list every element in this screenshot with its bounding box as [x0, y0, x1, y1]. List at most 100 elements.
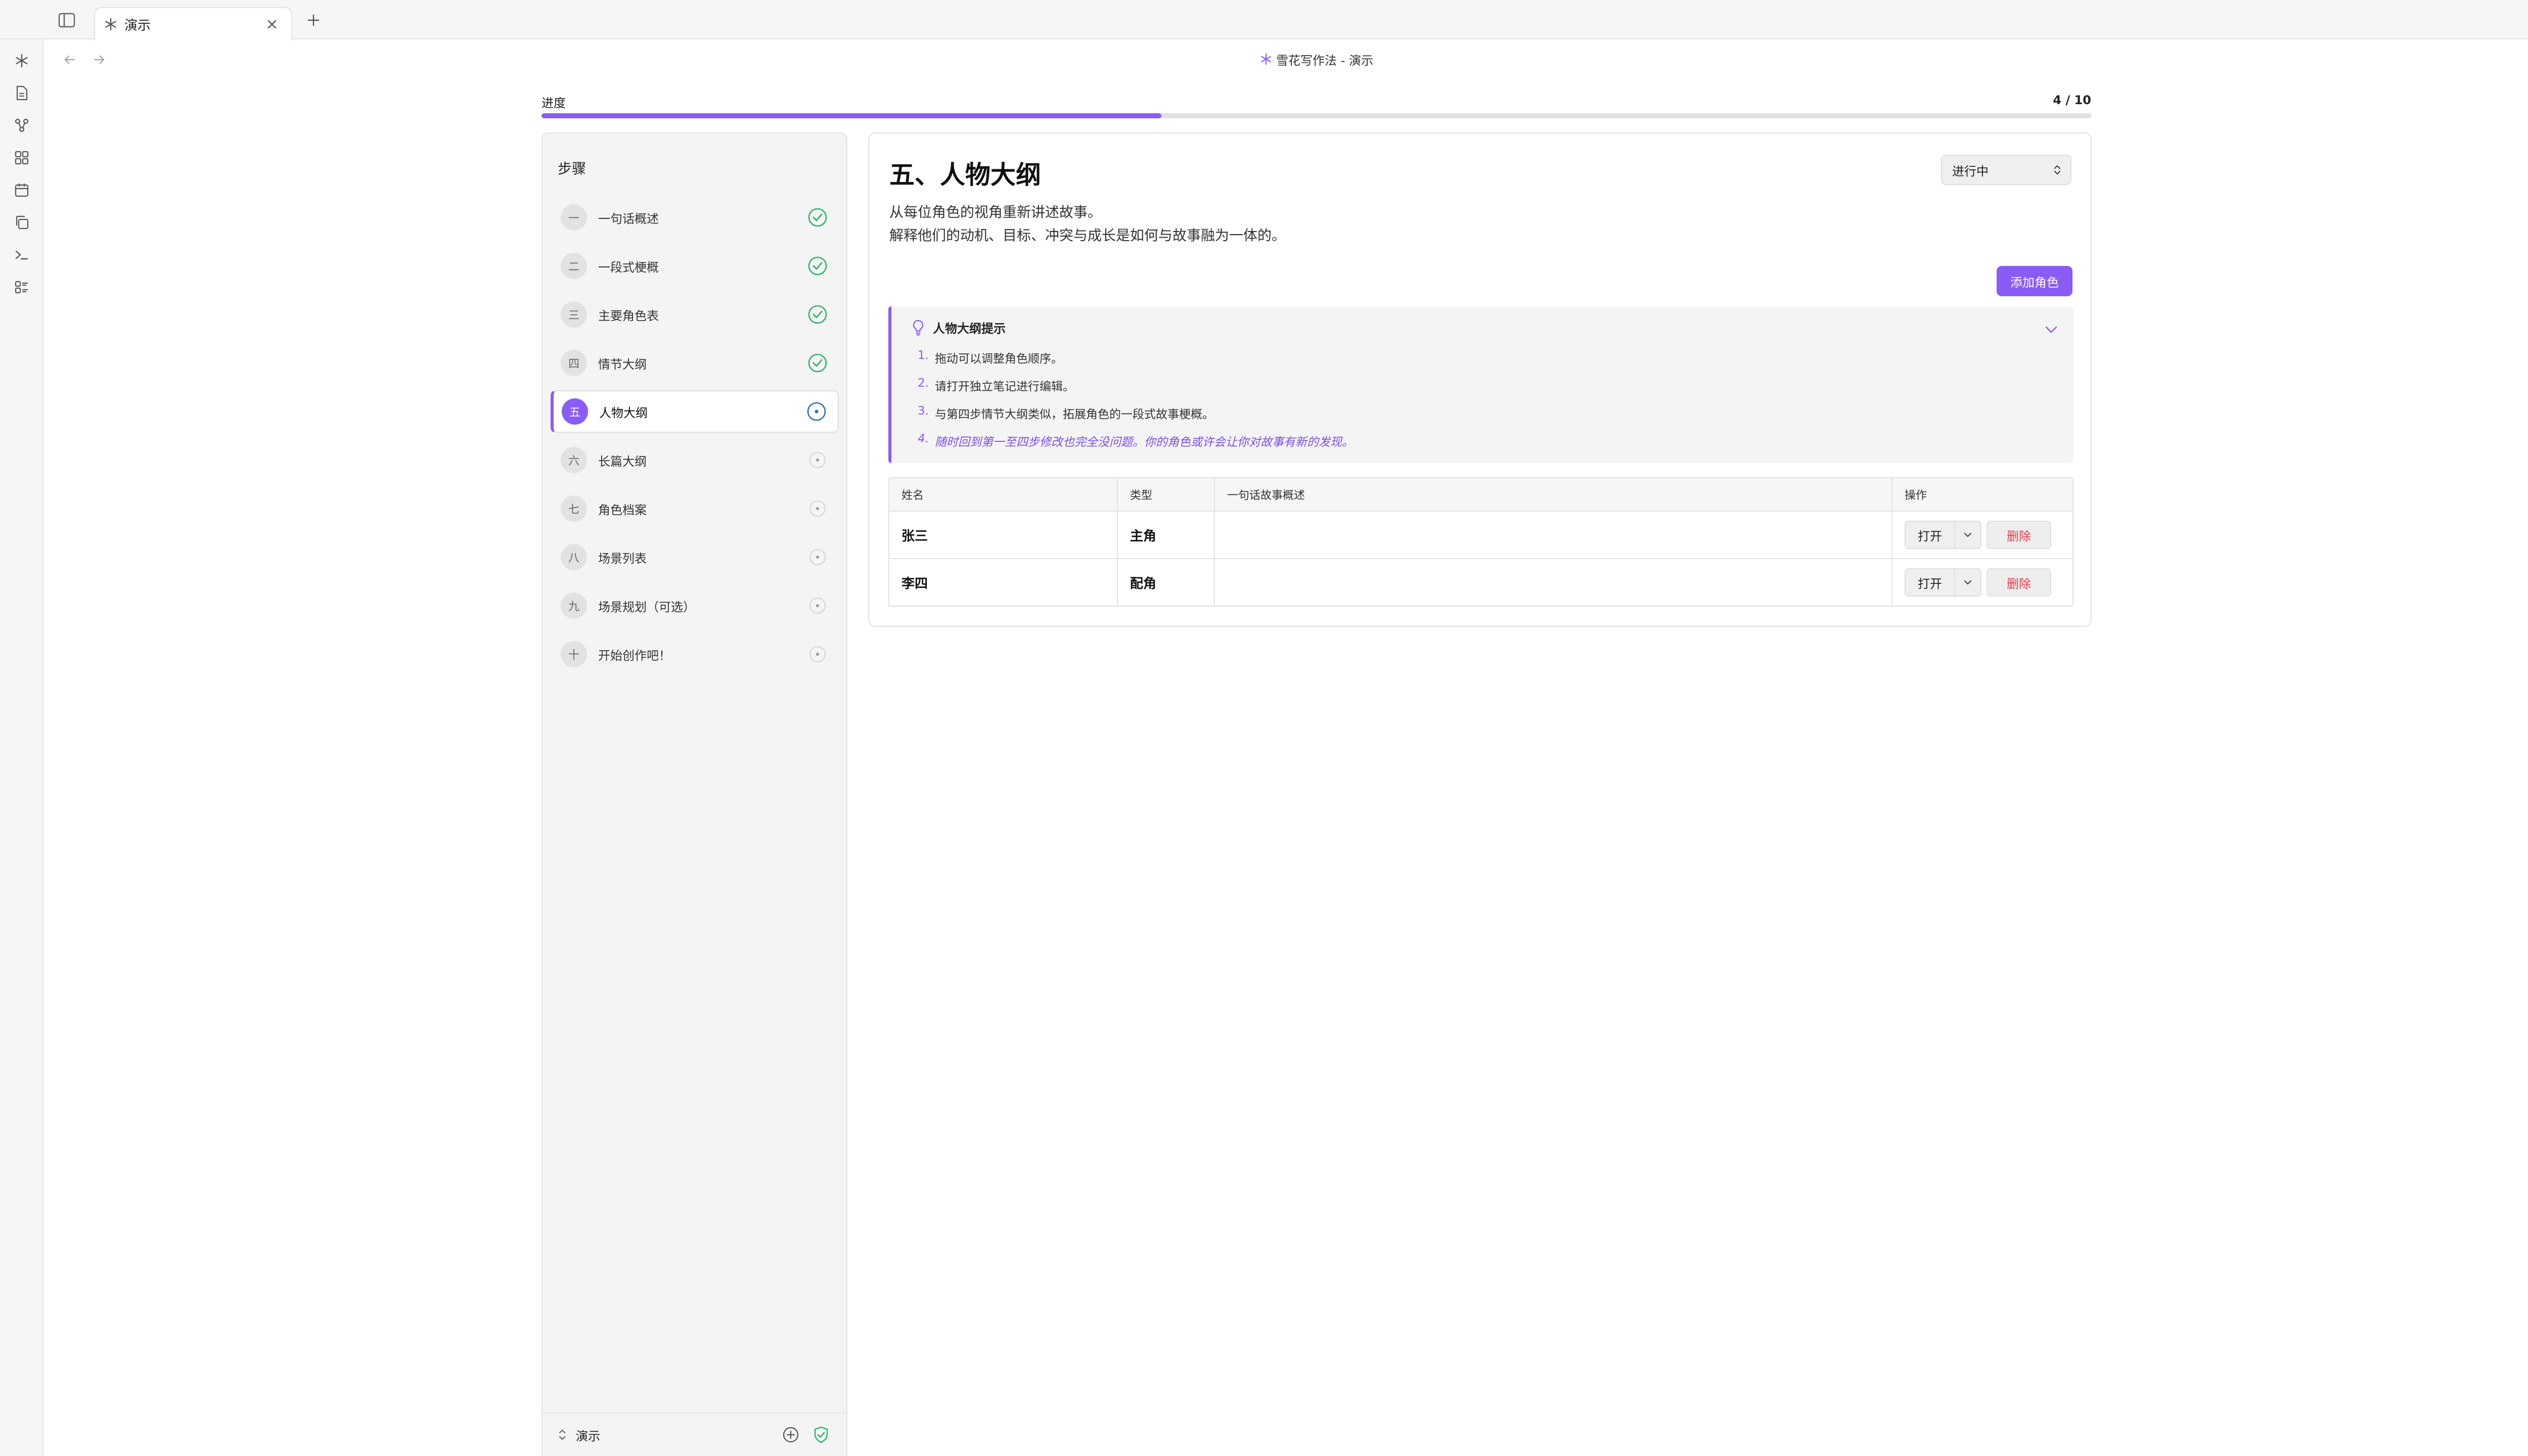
- grid-icon[interactable]: [12, 148, 32, 168]
- table-row[interactable]: 张三 主角 打开 删除: [889, 511, 2072, 558]
- lightbulb-icon: [913, 320, 924, 336]
- back-arrow-icon[interactable]: [60, 50, 80, 70]
- step-content-card: 五、人物大纲 进行中 从每位角色的视角重新讲述故事。 解释他们的动机、目标、冲突…: [868, 132, 2092, 627]
- step-label: 一句话概述: [598, 211, 659, 226]
- graph-icon[interactable]: [12, 115, 32, 135]
- tips-callout: 人物大纲提示 1. 拖动可以调整角色顺序。 2. 请打开独立笔记进行编辑。 3. 与第…: [888, 306, 2073, 463]
- step-number: 四: [561, 350, 587, 376]
- status-select[interactable]: 进行中: [1941, 155, 2071, 185]
- actions-cell: 打开 删除: [1891, 512, 2072, 558]
- project-switcher[interactable]: 演示: [543, 1413, 846, 1456]
- updown-chevron-icon: [559, 1429, 566, 1440]
- step-item[interactable]: 二 一段式梗概: [551, 245, 839, 287]
- step-label: 一段式梗概: [598, 260, 659, 275]
- tab-demo[interactable]: 演示: [94, 7, 292, 40]
- updown-chevron-icon: [2054, 165, 2061, 175]
- tip-text: 与第四步情节大纲类似，拓展角色的一段式故事梗概。: [935, 408, 1214, 421]
- add-character-button[interactable]: 添加角色: [1997, 266, 2072, 296]
- sidebar-toggle-icon[interactable]: [57, 10, 77, 30]
- step-item[interactable]: 七 角色档案: [551, 487, 839, 530]
- callout-header[interactable]: 人物大纲提示: [912, 318, 1006, 336]
- tip-item: 3. 与第四步情节大纲类似，拓展角色的一段式故事梗概。: [918, 404, 1214, 422]
- tip-text: 请打开独立笔记进行编辑。: [935, 380, 1074, 393]
- step-label: 长篇大纲: [598, 454, 647, 469]
- chevron-down-icon[interactable]: [1954, 569, 1980, 596]
- tab-bar: 演示: [0, 0, 2528, 40]
- character-name: 张三: [901, 528, 928, 544]
- step-item[interactable]: 三 主要角色表: [551, 293, 839, 336]
- check-circle-icon: [806, 206, 829, 229]
- tip-item: 1. 拖动可以调整角色顺序。: [918, 349, 1063, 366]
- step-item[interactable]: 六 长篇大纲: [551, 439, 839, 481]
- shield-check-icon[interactable]: [811, 1425, 831, 1445]
- step-item[interactable]: 一 一句话概述: [551, 196, 839, 239]
- steps-panel: 步骤 一 一句话概述 二 一段式梗概 三 主要角色表 四 情节大纲 五 人物大纲…: [541, 132, 847, 1456]
- steps-heading: 步骤: [558, 160, 586, 177]
- callout-title: 人物大纲提示: [933, 322, 1006, 336]
- actions-cell: 打开 删除: [1891, 559, 2072, 606]
- pending-circle-icon: [806, 449, 829, 471]
- step-label: 人物大纲: [599, 405, 648, 420]
- step-item[interactable]: 四 情节大纲: [551, 342, 839, 384]
- column-header: 姓名: [901, 489, 924, 502]
- check-circle-icon: [806, 303, 829, 326]
- new-tab-icon[interactable]: [303, 10, 324, 30]
- forward-arrow-icon[interactable]: [89, 50, 109, 70]
- list-icon[interactable]: [12, 277, 32, 297]
- step-number: 九: [561, 593, 587, 619]
- chevron-down-icon[interactable]: [2042, 321, 2060, 339]
- tip-item: 4. 随时回到第一至四步修改也完全没问题。你的角色或许会让你对故事有新的发现。: [918, 432, 1353, 449]
- step-label: 场景列表: [598, 551, 647, 566]
- table-header-row: 姓名 类型 一句话故事概述 操作: [889, 478, 2072, 511]
- chevron-down-icon[interactable]: [1954, 522, 1980, 548]
- terminal-icon[interactable]: [12, 245, 32, 265]
- step-item-active[interactable]: 五 人物大纲: [551, 390, 839, 433]
- step-label: 场景规划（可选）: [598, 600, 695, 614]
- character-summary[interactable]: [1214, 559, 1891, 606]
- delete-button[interactable]: 删除: [1987, 521, 2051, 549]
- step-number: 七: [561, 495, 587, 522]
- chevron-down-icon[interactable]: [2523, 10, 2528, 30]
- table-row[interactable]: 李四 配角 打开 删除: [889, 558, 2072, 606]
- in-progress-circle-icon: [805, 400, 828, 423]
- progress-bar: [541, 113, 2092, 118]
- character-type: 主角: [1117, 512, 1214, 558]
- tip-number: 3.: [918, 404, 929, 418]
- tip-number: 2.: [918, 377, 929, 390]
- step-item[interactable]: 九 场景规划（可选）: [551, 584, 839, 627]
- check-circle-icon: [806, 255, 829, 277]
- close-icon[interactable]: [263, 15, 281, 33]
- pending-circle-icon: [806, 497, 829, 520]
- open-button[interactable]: 打开: [1906, 522, 1954, 548]
- character-summary[interactable]: [1214, 512, 1891, 558]
- calendar-icon[interactable]: [12, 180, 32, 200]
- add-circle-icon[interactable]: [781, 1425, 801, 1445]
- snowflake-icon[interactable]: [12, 51, 32, 71]
- step-item[interactable]: 八 场景列表: [551, 536, 839, 578]
- tip-number: 1.: [918, 349, 929, 362]
- project-name: 演示: [576, 1429, 600, 1443]
- tip-text: 随时回到第一至四步修改也完全没问题。你的角色或许会让你对故事有新的发现。: [935, 436, 1353, 449]
- view-header: 雪花写作法 - 演示: [44, 40, 2528, 78]
- step-label: 情节大纲: [598, 357, 647, 372]
- tip-item: 2. 请打开独立笔记进行编辑。: [918, 377, 1074, 394]
- tab-title: 演示: [124, 18, 151, 33]
- snowflake-icon: [1261, 53, 1271, 65]
- copy-icon[interactable]: [12, 212, 32, 233]
- open-button-group: 打开: [1905, 568, 1981, 597]
- character-type: 配角: [1117, 559, 1214, 606]
- pending-circle-icon: [806, 643, 829, 665]
- progress-label: 进度: [541, 96, 566, 110]
- step-number: 一: [561, 204, 587, 231]
- ribbon: [0, 39, 43, 1456]
- open-button[interactable]: 打开: [1906, 569, 1954, 596]
- column-header: 类型: [1117, 478, 1214, 511]
- tip-number: 4.: [918, 432, 929, 445]
- pending-circle-icon: [806, 546, 829, 568]
- file-icon[interactable]: [12, 83, 32, 103]
- character-table: 姓名 类型 一句话故事概述 操作 张三 主角 打开 删除 李四 配角 打开 删除: [888, 477, 2073, 607]
- step-number: 八: [561, 544, 587, 570]
- delete-button[interactable]: 删除: [1987, 568, 2051, 597]
- step-item[interactable]: 十 开始创作吧！: [551, 633, 839, 675]
- progress-fill: [541, 113, 1162, 118]
